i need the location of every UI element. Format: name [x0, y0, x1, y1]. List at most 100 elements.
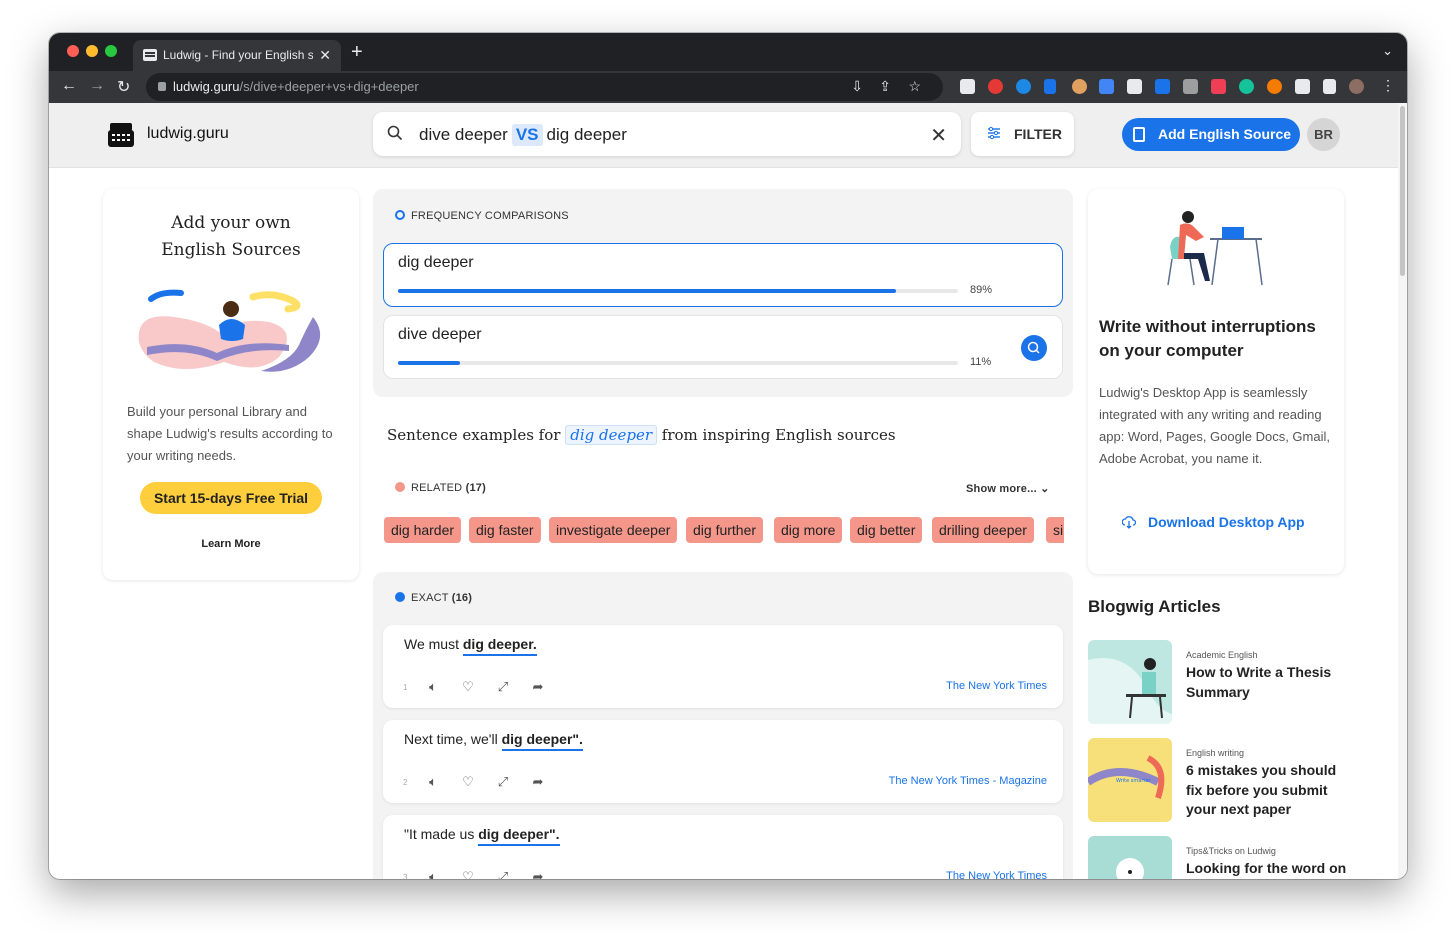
forward-icon[interactable]: →	[89, 77, 105, 95]
bookmark-star-icon[interactable]: ☆	[908, 78, 921, 95]
extension-pocket-icon[interactable]	[1211, 79, 1226, 94]
site-header: ludwig.guru dive deeper VS dig deeper ✕ FI…	[49, 103, 1407, 168]
frequency-bar-fill	[398, 289, 897, 293]
speaker-icon[interactable]: 🔈︎	[425, 869, 441, 879]
sidebar-toggle-icon[interactable]	[1323, 79, 1336, 94]
source-link[interactable]: The New York Times - Magazine	[889, 775, 1047, 787]
show-more-button[interactable]: Show more... ⌄	[966, 482, 1050, 495]
related-chip[interactable]: dig better	[850, 517, 923, 543]
related-chip[interactable]: si	[1046, 517, 1064, 543]
search-bar[interactable]: dive deeper VS dig deeper ✕	[373, 112, 961, 156]
puzzle-icon[interactable]	[1295, 79, 1310, 94]
expand-icon[interactable]: ⤢	[495, 774, 511, 790]
related-chip[interactable]: drilling deeper	[932, 517, 1034, 543]
related-dot-icon	[395, 482, 405, 492]
page-scrollbar[interactable]	[1398, 103, 1407, 879]
heart-icon[interactable]: ♡	[460, 869, 476, 879]
sources-promo-card: Add your own English Sources Build your …	[103, 189, 359, 580]
extension-check-icon[interactable]	[1127, 79, 1142, 94]
section-ring-icon	[395, 210, 405, 220]
start-trial-button[interactable]: Start 15-days Free Trial	[140, 482, 322, 514]
frequency-phrase: dive deeper	[398, 326, 482, 343]
minimize-window-button[interactable]	[86, 45, 98, 57]
add-source-label: Add English Source	[1158, 126, 1292, 142]
frequency-item[interactable]: dig deeper 89%	[383, 243, 1063, 307]
heart-icon[interactable]: ♡	[460, 774, 476, 790]
blog-article[interactable]: Write smarter English writing 6 mistakes…	[1088, 738, 1348, 822]
sentence-card[interactable]: Next time, we'll dig deeper". 2 🔈︎ ♡ ⤢ ➦…	[383, 720, 1063, 803]
extension-pokeball-icon[interactable]	[988, 79, 1003, 94]
back-icon[interactable]: ←	[61, 77, 77, 95]
speaker-icon[interactable]: 🔈︎	[425, 774, 441, 790]
extension-wave-icon[interactable]	[1044, 79, 1056, 94]
exact-section-label: EXACT (16)	[395, 592, 472, 604]
frequency-percent: 89%	[970, 284, 993, 296]
highlighted-phrase: dig deeper	[565, 425, 657, 445]
article-thumbnail: Write smarter	[1088, 738, 1172, 822]
chevron-down-icon: ⌄	[1040, 483, 1050, 495]
menu-kebab-icon[interactable]: ⋮	[1381, 77, 1395, 94]
lock-icon	[158, 82, 166, 91]
heart-icon[interactable]: ♡	[460, 679, 476, 695]
desktop-promo-title-line1: Write without interruptions	[1099, 317, 1316, 336]
logo-text[interactable]: ludwig.guru	[147, 125, 229, 143]
blog-article[interactable]: Academic English How to Write a Thesis S…	[1088, 640, 1348, 724]
share-icon[interactable]: ➦	[530, 774, 546, 790]
share-icon[interactable]: ⇪	[879, 78, 891, 95]
close-window-button[interactable]	[67, 45, 79, 57]
scrollbar-thumb[interactable]	[1400, 106, 1405, 276]
clear-icon[interactable]: ✕	[930, 123, 947, 148]
learn-more-link[interactable]: Learn More	[103, 538, 359, 550]
frequency-section-label: FREQUENCY COMPARISONS	[395, 210, 569, 222]
source-link[interactable]: The New York Times	[946, 680, 1047, 692]
extension-gem-icon[interactable]	[1016, 79, 1031, 94]
reload-icon[interactable]: ↻	[117, 77, 130, 97]
article-title: 6 mistakes you should fix before you sub…	[1186, 762, 1337, 817]
extension-monkey-icon[interactable]	[1072, 79, 1087, 94]
sentence-card[interactable]: We must dig deeper. 1 🔈︎ ♡ ⤢ ➦ The New Y…	[383, 625, 1063, 708]
search-phrase-icon[interactable]	[1021, 335, 1047, 361]
source-link[interactable]: The New York Times	[946, 870, 1047, 879]
chevron-down-icon[interactable]: ⌄	[1382, 43, 1393, 59]
install-icon[interactable]: ⇩	[851, 78, 863, 95]
extension-r-icon[interactable]	[960, 79, 975, 94]
speaker-icon[interactable]: 🔈︎	[425, 679, 441, 695]
related-chip[interactable]: dig harder	[384, 517, 462, 543]
maximize-window-button[interactable]	[105, 45, 117, 57]
blog-article[interactable]: Tips&Tricks on Ludwig Looking for the wo…	[1088, 836, 1348, 879]
extension-m-icon[interactable]	[1183, 79, 1198, 94]
sentence-card[interactable]: "It made us dig deeper". 3 🔈︎ ♡ ⤢ ➦ The …	[383, 815, 1063, 879]
browser-window: Ludwig - Find your English sen ✕ + ⌄ ← →…	[49, 33, 1407, 879]
search-input[interactable]: dive deeper VS dig deeper	[419, 124, 627, 146]
extension-download-icon[interactable]	[1155, 79, 1170, 94]
avatar[interactable]: BR	[1307, 118, 1340, 151]
tab-title: Ludwig - Find your English sen	[163, 48, 313, 62]
close-tab-icon[interactable]: ✕	[319, 47, 331, 64]
article-thumbnail	[1088, 836, 1172, 879]
extension-translate-icon[interactable]	[1099, 79, 1114, 94]
expand-icon[interactable]: ⤢	[495, 679, 511, 695]
filter-label: FILTER	[1014, 126, 1062, 142]
new-tab-button[interactable]: +	[351, 41, 363, 64]
typewriter-logo-icon	[108, 123, 134, 147]
share-icon[interactable]: ➦	[530, 679, 546, 695]
add-english-source-button[interactable]: Add English Source	[1122, 118, 1300, 151]
address-bar[interactable]: ludwig.guru/s/dive+deeper+vs+dig+deeper …	[146, 73, 943, 101]
related-chip[interactable]: dig more	[774, 517, 843, 543]
related-chip[interactable]: dig faster	[469, 517, 541, 543]
frequency-item[interactable]: dive deeper 11%	[383, 315, 1063, 379]
browser-tab[interactable]: Ludwig - Find your English sen ✕	[133, 40, 341, 71]
related-chip[interactable]: investigate deeper	[549, 517, 678, 543]
share-icon[interactable]: ➦	[530, 869, 546, 879]
thesis-thumbnail-illustration	[1088, 658, 1172, 724]
browser-toolbar: ← → ↻ ludwig.guru/s/dive+deeper+vs+dig+d…	[49, 71, 1407, 103]
extension-orange-icon[interactable]	[1267, 79, 1282, 94]
download-desktop-app-link[interactable]: Download Desktop App	[1148, 514, 1305, 530]
profile-icon[interactable]	[1349, 79, 1364, 94]
extension-grammarly-icon[interactable]	[1239, 79, 1254, 94]
expand-icon[interactable]: ⤢	[495, 869, 511, 879]
related-chip[interactable]: dig further	[686, 517, 764, 543]
sentence-number: 3	[403, 873, 408, 879]
filter-button[interactable]: FILTER	[971, 112, 1074, 156]
sentence-number: 1	[403, 683, 408, 692]
